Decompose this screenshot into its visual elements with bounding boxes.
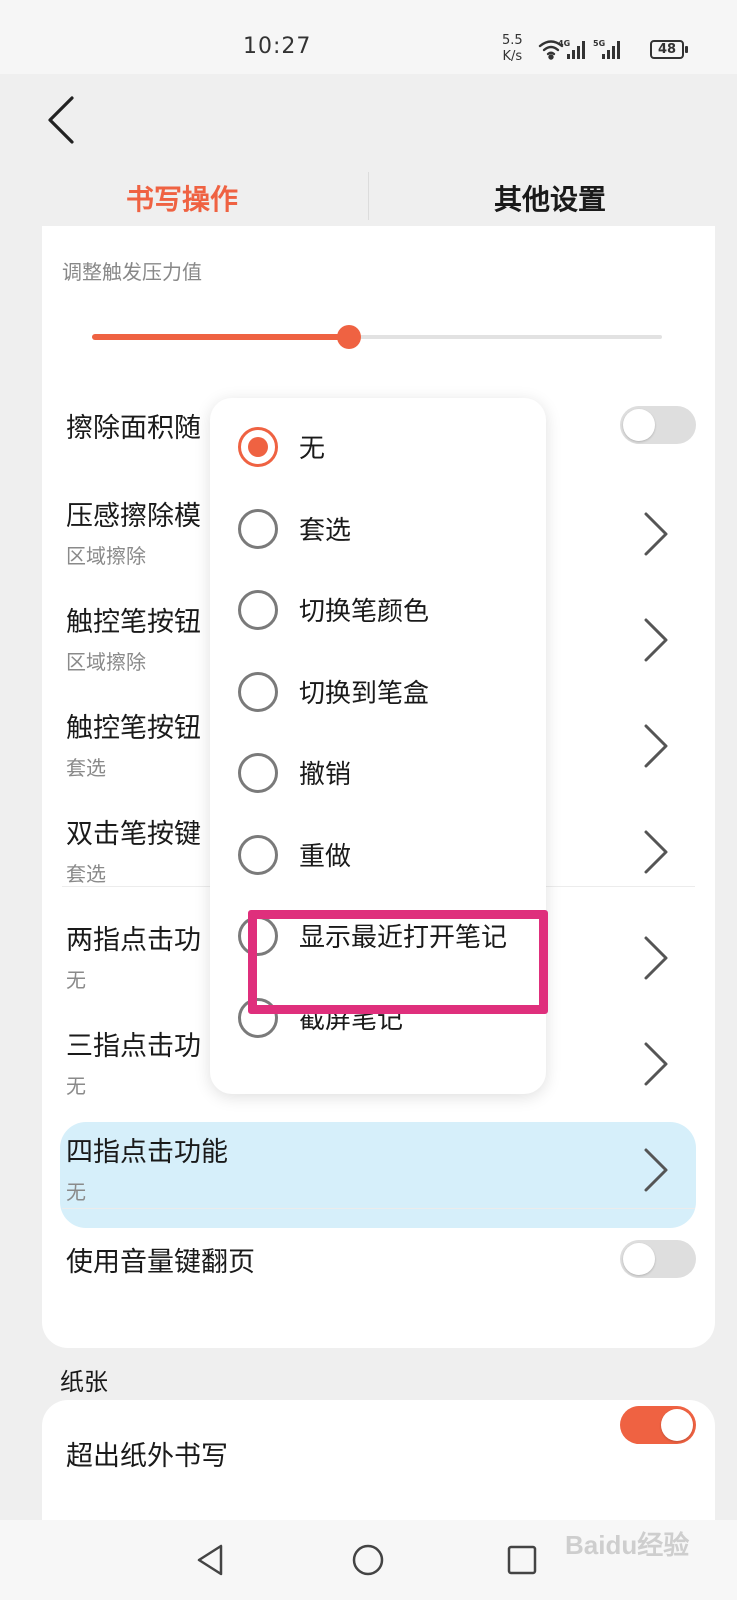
settings-row-value: 无 <box>66 1074 86 1098</box>
popup-option-label: 撤销 <box>299 760 352 790</box>
tab-divider <box>368 172 369 220</box>
chevron-right-icon <box>644 618 668 662</box>
write-outside-paper-label: 超出纸外书写 <box>66 1441 228 1472</box>
popup-option[interactable]: 无 <box>210 406 546 488</box>
settings-row-title: 触控笔按钮 <box>66 607 201 638</box>
settings-row-toggle[interactable] <box>620 1240 696 1278</box>
settings-row-value: 套选 <box>66 862 106 886</box>
radio-button[interactable] <box>238 671 278 712</box>
status-time: 10:27 <box>243 34 312 59</box>
chevron-right-icon <box>644 936 668 980</box>
chevron-right-icon <box>644 1148 668 1192</box>
nav-home-icon[interactable] <box>350 1542 386 1578</box>
settings-row-title: 双击笔按键 <box>66 819 201 850</box>
settings-row-title: 使用音量键翻页 <box>66 1247 255 1278</box>
radio-button[interactable] <box>238 834 278 875</box>
chevron-right-icon <box>644 512 668 556</box>
popup-option[interactable]: 切换到笔盒 <box>210 651 546 733</box>
settings-row-value: 区域擦除 <box>66 650 146 674</box>
popup-option-label: 重做 <box>299 841 352 872</box>
settings-row-title: 触控笔按钮 <box>66 713 201 744</box>
settings-row-title: 三指点击功 <box>66 1031 201 1062</box>
status-bar: 10:27 5.5 K/s 4G 5G 48 <box>0 0 737 74</box>
popup-option[interactable]: 撤销 <box>210 732 546 814</box>
settings-row-title: 两指点击功 <box>66 925 201 956</box>
write-outside-paper-toggle[interactable] <box>620 1406 696 1444</box>
radio-button[interactable] <box>238 508 278 549</box>
slider-thumb[interactable] <box>336 325 361 349</box>
section-label-paper: 纸张 <box>60 1368 108 1396</box>
radio-button[interactable] <box>238 753 278 793</box>
popup-option[interactable]: 套选 <box>210 488 546 570</box>
settings-row-value: 区域擦除 <box>66 544 146 568</box>
nav-back-icon[interactable] <box>193 1542 229 1578</box>
pressure-slider[interactable] <box>92 325 662 349</box>
baidu-watermark: Baidu经验 <box>565 1530 690 1560</box>
network-speed: 5.5 K/s <box>502 33 523 65</box>
tab-bar: 书写操作 其他设置 <box>0 170 737 226</box>
battery-icon: 48 <box>650 40 688 59</box>
settings-row-title: 四指点击功能 <box>66 1137 228 1168</box>
pressure-caption: 调整触发压力值 <box>62 260 202 284</box>
settings-row-title: 擦除面积随 <box>66 413 201 444</box>
annotation-box <box>248 910 548 1014</box>
row-divider <box>62 1208 695 1209</box>
radio-button[interactable] <box>238 590 278 630</box>
settings-row[interactable]: 四指点击功能无 <box>42 1106 715 1206</box>
network-type-1: 4G <box>558 39 570 48</box>
popup-option[interactable]: 重做 <box>210 814 546 896</box>
popup-option-label: 无 <box>299 434 326 464</box>
back-arrow-icon[interactable] <box>42 94 82 150</box>
tab-other-settings[interactable]: 其他设置 <box>494 178 606 218</box>
network-speed-value: 5.5 <box>502 33 523 48</box>
nav-recents-icon[interactable] <box>504 1542 540 1578</box>
settings-row-value: 套选 <box>66 756 106 780</box>
radio-button[interactable] <box>238 427 278 467</box>
popup-option-label: 切换笔颜色 <box>299 597 430 627</box>
network-type-2: 5G <box>593 39 605 48</box>
chevron-right-icon <box>644 830 668 874</box>
chevron-right-icon <box>644 724 668 768</box>
settings-row-value: 无 <box>66 968 86 992</box>
popup-option[interactable]: 切换笔颜色 <box>210 569 546 651</box>
slider-fill <box>92 334 349 340</box>
signal-icons: 4G 5G <box>538 39 620 60</box>
settings-row-toggle[interactable] <box>620 406 696 444</box>
paper-card: 超出纸外书写 <box>42 1400 715 1520</box>
tab-writing-operations[interactable]: 书写操作 <box>126 178 238 218</box>
settings-row-value: 无 <box>66 1180 86 1204</box>
network-speed-unit: K/s <box>502 49 523 64</box>
settings-row[interactable]: 使用音量键翻页 <box>42 1214 715 1294</box>
popup-option-label: 切换到笔盒 <box>299 678 430 709</box>
popup-option-label: 套选 <box>299 515 352 546</box>
settings-row-title: 压感擦除模 <box>66 501 201 532</box>
chevron-right-icon <box>644 1042 668 1086</box>
